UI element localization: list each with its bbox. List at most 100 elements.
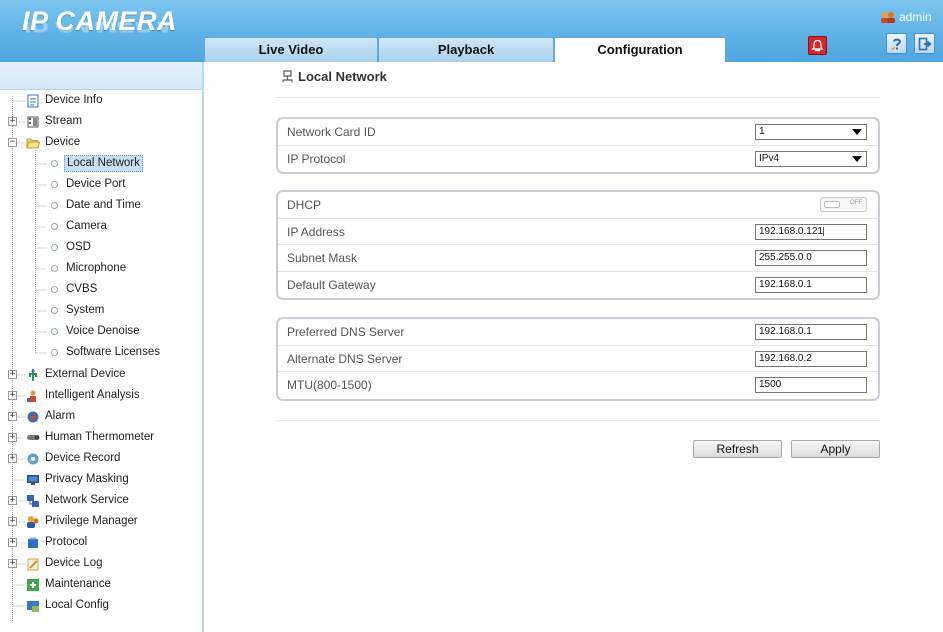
sidebar-item-software-licenses[interactable]: Software Licenses [47, 342, 162, 363]
sidebar-item-device[interactable]: Device [26, 132, 82, 153]
sidebar-item-device-record[interactable]: Device Record [26, 448, 122, 469]
page-title: Local Network [282, 69, 387, 84]
bullet-icon [51, 244, 58, 251]
network-card-id-select[interactable]: 1 [755, 124, 867, 140]
monitor-icon [27, 474, 39, 485]
tab-playback[interactable]: Playback [378, 37, 554, 62]
sidebar-item-stream[interactable]: Stream [26, 111, 84, 132]
ip-protocol-label: IP Protocol [287, 151, 346, 166]
alarm-icon [27, 411, 39, 422]
bullet-icon [51, 286, 58, 293]
protocol-icon [28, 537, 38, 548]
sidebar-item-local-config[interactable]: Local Config [26, 595, 111, 616]
expand-toggle-human-thermometer[interactable]: + [8, 433, 17, 442]
alarm-button[interactable] [808, 36, 827, 55]
preferred-dns-row: Preferred DNS Server 192.168.0.1 [278, 319, 878, 346]
expand-toggle-device-log[interactable]: + [8, 559, 17, 568]
preferred-dns-input[interactable]: 192.168.0.1 [755, 324, 867, 340]
thermometer-icon [27, 434, 40, 440]
dhcp-toggle[interactable]: OFF [820, 197, 867, 212]
bullet-icon [51, 223, 58, 230]
mtu-label: MTU(800-1500) [287, 378, 372, 392]
expand-toggle-privilege-manager[interactable]: + [8, 517, 17, 526]
expand-toggle-device-record[interactable]: + [8, 454, 17, 463]
users-icon [27, 515, 39, 528]
divider [276, 420, 880, 421]
refresh-button[interactable]: Refresh [693, 440, 782, 458]
sidebar-item-camera[interactable]: Camera [47, 216, 109, 237]
mtu-row: MTU(800-1500) 1500 [278, 372, 878, 399]
ip-protocol-select[interactable]: IPv4 [755, 150, 867, 167]
film-icon [27, 116, 39, 127]
username: admin [899, 10, 932, 24]
bullet-icon [51, 328, 58, 335]
logout-button[interactable] [914, 33, 935, 54]
sidebar-item-maintenance[interactable]: Maintenance [26, 574, 113, 595]
network-icon [27, 494, 39, 507]
alternate-dns-row: Alternate DNS Server 192.168.0.2 [278, 346, 878, 372]
expand-toggle-network-service[interactable]: + [8, 496, 17, 505]
sidebar-item-device-log[interactable]: Device Log [26, 553, 105, 574]
bullet-icon [51, 181, 58, 188]
sidebar-item-external-device[interactable]: External Device [26, 364, 128, 385]
sidebar-item-microphone[interactable]: Microphone [47, 258, 128, 279]
sidebar-item-osd[interactable]: OSD [47, 237, 93, 258]
sidebar-item-local-network[interactable]: Local Network [47, 153, 143, 174]
mtu-input[interactable]: 1500 [755, 377, 867, 393]
network-card-icon [282, 70, 293, 83]
header-bar: IP CAMERA IP CAMERA admin Live Video Pla… [0, 0, 943, 62]
sidebar-item-human-thermometer[interactable]: Human Thermometer [26, 427, 156, 448]
default-gateway-label: Default Gateway [287, 277, 376, 292]
sidebar-item-date-and-time[interactable]: Date and Time [47, 195, 143, 216]
alternate-dns-label: Alternate DNS Server [287, 351, 403, 366]
alarm-bell-icon [811, 39, 824, 52]
help-button[interactable] [886, 33, 907, 54]
expand-toggle-alarm[interactable]: + [8, 412, 17, 421]
ip-address-label: IP Address [287, 224, 345, 239]
sidebar-header [0, 62, 202, 90]
sidebar-item-device-info[interactable]: Device Info [26, 90, 105, 111]
divider [276, 97, 880, 98]
expand-toggle-stream[interactable]: + [8, 117, 17, 126]
sidebar-item-protocol[interactable]: Protocol [26, 532, 89, 553]
subnet-mask-input[interactable]: 255.255.0.0 [755, 250, 867, 266]
tab-live-video[interactable]: Live Video [204, 37, 378, 62]
plug-icon [29, 368, 37, 381]
sidebar-item-system[interactable]: System [47, 300, 106, 321]
network-card-id-row: Network Card ID 1 [278, 119, 878, 146]
bullet-icon [51, 307, 58, 314]
dhcp-row: DHCP OFF [278, 192, 878, 219]
sidebar-item-cvbs[interactable]: CVBS [47, 279, 99, 300]
collapse-toggle-device[interactable]: − [8, 138, 17, 147]
log-icon [27, 558, 39, 570]
network-card-id-label: Network Card ID [287, 125, 376, 139]
user-indicator: admin [880, 10, 932, 24]
expand-toggle-protocol[interactable]: + [8, 538, 17, 547]
sidebar-item-privilege-manager[interactable]: Privilege Manager [26, 511, 140, 532]
toggle-knob [824, 201, 840, 208]
expand-toggle-external-device[interactable]: + [8, 370, 17, 379]
dropdown-arrow-icon [852, 129, 862, 135]
tab-configuration[interactable]: Configuration [554, 37, 726, 62]
default-gateway-input[interactable]: 192.168.0.1 [755, 276, 867, 293]
sidebar: + − + + + + + + + + + Device Info Stream… [0, 62, 204, 632]
apply-button[interactable]: Apply [791, 440, 880, 458]
sidebar-item-network-service[interactable]: Network Service [26, 490, 131, 511]
expand-toggle-intelligent-analysis[interactable]: + [8, 391, 17, 400]
preferred-dns-label: Preferred DNS Server [287, 325, 405, 339]
toggle-state: OFF [850, 200, 862, 206]
sidebar-item-privacy-masking[interactable]: Privacy Masking [26, 469, 131, 490]
subnet-mask-row: Subnet Mask 255.255.0.0 [278, 245, 878, 272]
alternate-dns-input[interactable]: 192.168.0.2 [755, 350, 867, 367]
default-gateway-row: Default Gateway 192.168.0.1 [278, 272, 878, 299]
sidebar-item-voice-denoise[interactable]: Voice Denoise [47, 321, 142, 342]
sidebar-item-alarm[interactable]: Alarm [26, 406, 77, 427]
record-icon [27, 453, 39, 464]
sidebar-item-device-port[interactable]: Device Port [47, 174, 127, 195]
sidebar-item-intelligent-analysis[interactable]: Intelligent Analysis [26, 385, 142, 406]
maintenance-icon [27, 578, 39, 591]
dropdown-arrow-icon [852, 155, 862, 162]
ip-address-input[interactable]: 192.168.0.121 [755, 223, 867, 240]
bullet-icon [51, 265, 58, 272]
folder-icon [26, 138, 40, 148]
